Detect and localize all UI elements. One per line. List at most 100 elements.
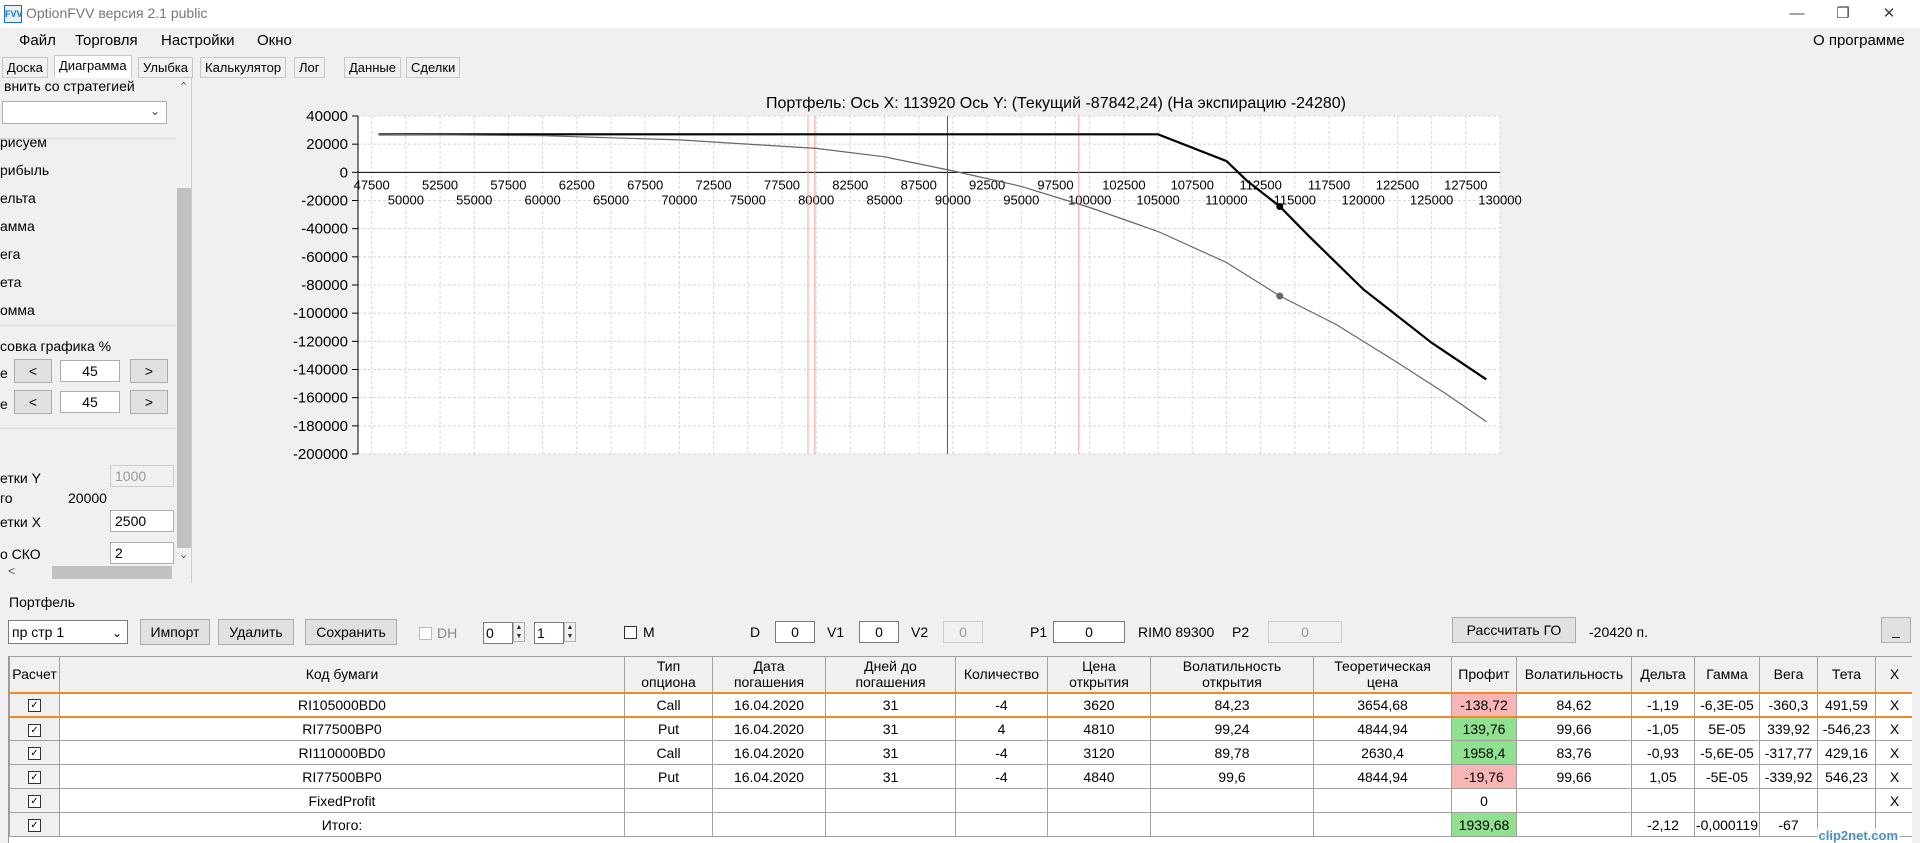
checkbox-checked-icon[interactable]: ✓ <box>28 795 41 809</box>
delete-row-button[interactable]: X <box>1875 740 1912 765</box>
row-calc-checkbox[interactable]: ✓ <box>9 764 60 789</box>
checkbox-checked-icon[interactable]: ✓ <box>28 723 41 737</box>
calculate-go-button[interactable]: Рассчитать ГО <box>1452 617 1576 643</box>
column-header-theoretical-price[interactable]: Теоретическая цена <box>1313 656 1452 693</box>
row-calc-checkbox[interactable]: ✓ <box>9 740 60 765</box>
delete-button[interactable]: Удалить <box>218 619 294 645</box>
column-header-days-to-expiry[interactable]: Дней до погашения <box>825 656 956 693</box>
cell-delta: -1,19 <box>1631 691 1695 717</box>
column-header-delta[interactable]: Дельта <box>1631 656 1695 693</box>
column-header-delete[interactable]: X <box>1875 656 1912 693</box>
left-panel-horizontal-scrollbar[interactable]: < <box>0 564 191 581</box>
delete-row-button[interactable]: X <box>1875 764 1912 789</box>
scrollbar-thumb[interactable] <box>52 566 172 579</box>
tab-deals[interactable]: Сделки <box>406 57 461 78</box>
column-header-expiry-date[interactable]: Дата погашения <box>712 656 826 693</box>
scale-row2-increase-button[interactable]: > <box>130 390 168 414</box>
table-row[interactable]: ✓ RI77500BP0 Put 16.04.2020 31 -4 4840 99,6 4844… <box>9 764 1912 789</box>
scrollbar-thumb[interactable] <box>177 188 191 548</box>
column-header-gamma[interactable]: Гамма <box>1694 656 1760 693</box>
scale-row1-increase-button[interactable]: > <box>130 359 168 383</box>
scale-row2-decrease-button[interactable]: < <box>14 390 52 414</box>
cell-delta: -0,93 <box>1631 740 1695 765</box>
scale-row1-input[interactable]: 45 <box>60 360 120 382</box>
checkbox-checked-icon[interactable]: ✓ <box>28 771 41 785</box>
column-header-calc[interactable]: Расчет <box>9 656 60 693</box>
chart-canvas[interactable]: 40000 20000 0 -20000 -40000 -60000 -80000 -1000… <box>192 78 1920 583</box>
dh-checkbox[interactable] <box>419 627 432 640</box>
tab-calculator[interactable]: Калькулятор <box>200 57 287 78</box>
tab-board[interactable]: Доска <box>2 57 48 78</box>
cell-date: 16.04.2020 <box>712 740 826 765</box>
row-calc-checkbox[interactable]: ✓ <box>9 788 60 813</box>
row-calc-checkbox[interactable]: ✓ <box>9 691 60 717</box>
d-input[interactable]: 0 <box>775 621 815 643</box>
checkbox-checked-icon[interactable]: ✓ <box>28 747 41 761</box>
check-vega[interactable]: ега <box>0 246 20 262</box>
compare-strategy-select[interactable]: ⌄ <box>2 101 167 124</box>
menu-file[interactable]: Файл <box>19 32 56 49</box>
grid-x-input[interactable]: 2500 <box>110 510 174 532</box>
strategy-select[interactable]: пр стр 1 ⌄ <box>8 620 128 644</box>
save-button[interactable]: Сохранить <box>305 619 397 645</box>
scroll-left-icon[interactable]: < <box>8 564 15 578</box>
sko-input[interactable]: 2 <box>110 542 174 564</box>
sko-label: о СКО <box>0 546 41 562</box>
minimize-button[interactable]: — <box>1774 0 1820 28</box>
spin1-input[interactable]: 0 <box>483 622 513 644</box>
v1-input[interactable]: 0 <box>859 621 899 643</box>
spin1-arrows[interactable]: ▲ ▼ <box>513 622 525 642</box>
dh-label: DH <box>437 625 458 641</box>
x-tick-label-upper: 77500 <box>764 177 800 192</box>
column-header-quantity[interactable]: Количество <box>955 656 1048 693</box>
row-calc-checkbox[interactable]: ✓ <box>9 812 60 837</box>
tab-data[interactable]: Данные <box>344 57 401 78</box>
scroll-up-icon[interactable]: ⌃ <box>179 80 188 93</box>
tab-smile[interactable]: Улыбка <box>138 57 193 78</box>
table-row[interactable]: ✓ RI77500BP0 Put 16.04.2020 31 4 4810 99,24 4844… <box>9 715 1912 741</box>
scale-row2-input[interactable]: 45 <box>60 391 120 413</box>
delete-row-button[interactable]: X <box>1875 715 1912 741</box>
spin2-arrows[interactable]: ▲ ▼ <box>564 622 576 642</box>
check-delta[interactable]: ельта <box>0 190 36 206</box>
cell-vol: 84,62 <box>1516 691 1632 717</box>
column-header-theta[interactable]: Тета <box>1817 656 1876 693</box>
checkbox-checked-icon[interactable]: ✓ <box>28 819 41 833</box>
column-header-open-volatility[interactable]: Волатильность открытия <box>1150 656 1314 693</box>
column-header-option-type[interactable]: Тип опциона <box>624 656 713 693</box>
delete-row-button[interactable]: X <box>1875 691 1912 717</box>
menu-window[interactable]: Окно <box>257 32 292 49</box>
scale-row1-decrease-button[interactable]: < <box>14 359 52 383</box>
menu-about[interactable]: О программе <box>1813 32 1905 49</box>
check-draw[interactable]: рисуем <box>0 134 47 150</box>
column-header-vega[interactable]: Вега <box>1759 656 1818 693</box>
menu-settings[interactable]: Настройки <box>161 32 235 49</box>
check-profit[interactable]: рибыль <box>0 162 49 178</box>
delete-row-button[interactable]: X <box>1875 788 1912 813</box>
table-row[interactable]: ✓ RI110000BD0 Call 16.04.2020 31 -4 3120 89,78 2… <box>9 740 1912 765</box>
scroll-down-icon[interactable]: ⌄ <box>179 548 188 561</box>
maximize-button[interactable]: ❐ <box>1820 0 1866 28</box>
check-theta[interactable]: ета <box>0 274 21 290</box>
x-tick-label-upper: 87500 <box>901 177 937 192</box>
row-calc-checkbox[interactable]: ✓ <box>9 715 60 741</box>
spin2-input[interactable]: 1 <box>534 622 564 644</box>
check-gamma[interactable]: амма <box>0 218 35 234</box>
menu-trading[interactable]: Торговля <box>75 32 138 49</box>
column-header-volatility[interactable]: Волатильность <box>1516 656 1632 693</box>
check-vomma[interactable]: омма <box>0 302 35 318</box>
tab-log[interactable]: Лог <box>294 57 325 78</box>
import-button[interactable]: Импорт <box>140 619 210 645</box>
left-panel-vertical-scrollbar[interactable]: ⌃ ⌄ <box>176 78 191 564</box>
close-button[interactable]: ✕ <box>1866 0 1912 28</box>
table-row[interactable]: ✓ FixedProfit 0 X <box>9 788 1912 813</box>
column-header-code[interactable]: Код бумаги <box>59 656 625 693</box>
collapse-button[interactable]: _ <box>1881 617 1911 643</box>
p1-input[interactable]: 0 <box>1053 621 1125 643</box>
tab-diagram[interactable]: Диаграмма <box>54 55 132 78</box>
checkbox-checked-icon[interactable]: ✓ <box>28 699 41 713</box>
column-header-profit[interactable]: Профит <box>1451 656 1517 693</box>
column-header-open-price[interactable]: Цена открытия <box>1047 656 1151 693</box>
table-row[interactable]: ✓ RI105000BD0 Call 16.04.2020 31 -4 3620 84,23 3… <box>9 691 1912 717</box>
m-checkbox[interactable] <box>624 626 637 639</box>
